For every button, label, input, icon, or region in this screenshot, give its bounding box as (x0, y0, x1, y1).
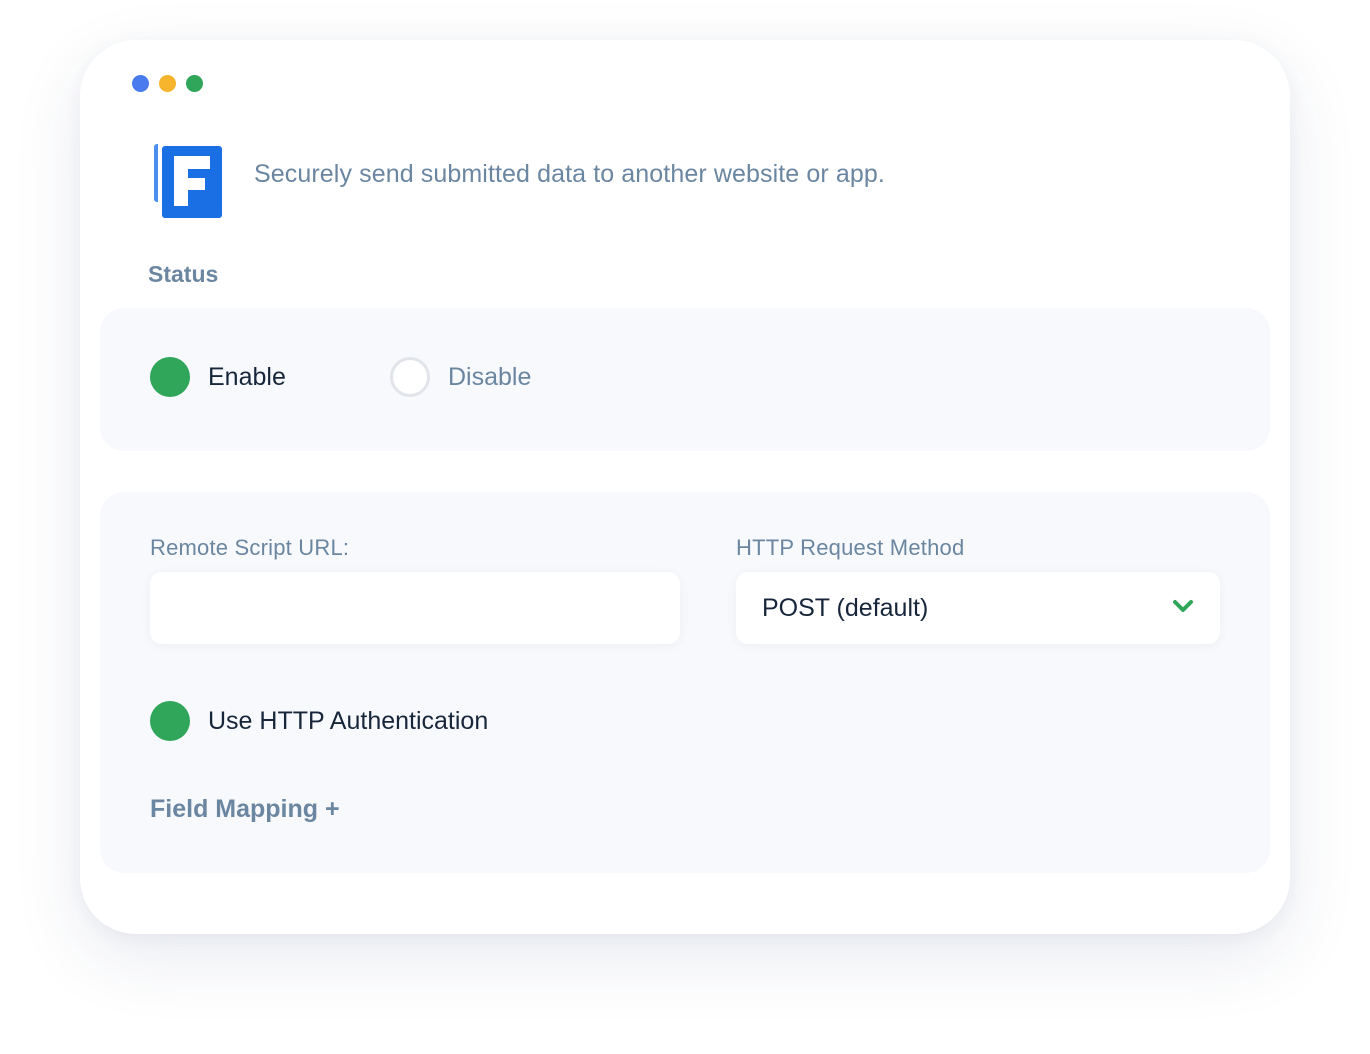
integration-description: Securely send submitted data to another … (254, 160, 885, 188)
window-dot-yellow[interactable] (159, 75, 176, 92)
status-enable-radio[interactable]: Enable (150, 357, 286, 397)
window-dot-blue[interactable] (132, 75, 149, 92)
http-method-value: POST (default) (762, 593, 929, 622)
disable-label: Disable (448, 362, 532, 391)
window-controls (132, 75, 203, 92)
field-mapping-link[interactable]: Field Mapping + (150, 795, 340, 824)
chevron-down-icon (1173, 600, 1193, 612)
http-auth-indicator[interactable] (150, 701, 190, 741)
formidable-logo-icon (154, 142, 222, 218)
http-auth-toggle[interactable]: Use HTTP Authentication (150, 701, 488, 741)
http-auth-label: Use HTTP Authentication (208, 706, 489, 735)
radio-selected-indicator[interactable] (150, 357, 190, 397)
settings-panel: Remote Script URL: HTTP Request Method P… (100, 492, 1270, 873)
remote-url-label: Remote Script URL: (150, 535, 350, 560)
radio-unselected-indicator[interactable] (390, 357, 430, 397)
app-window: Securely send submitted data to another … (80, 40, 1290, 934)
window-dot-green[interactable] (186, 75, 203, 92)
status-panel: Enable Disable (100, 308, 1270, 451)
http-method-select[interactable]: POST (default) (736, 572, 1220, 644)
enable-label: Enable (208, 362, 286, 391)
remote-url-input[interactable] (150, 572, 680, 644)
http-method-label: HTTP Request Method (736, 535, 965, 560)
status-heading: Status (148, 261, 219, 287)
status-disable-radio[interactable]: Disable (390, 357, 531, 397)
